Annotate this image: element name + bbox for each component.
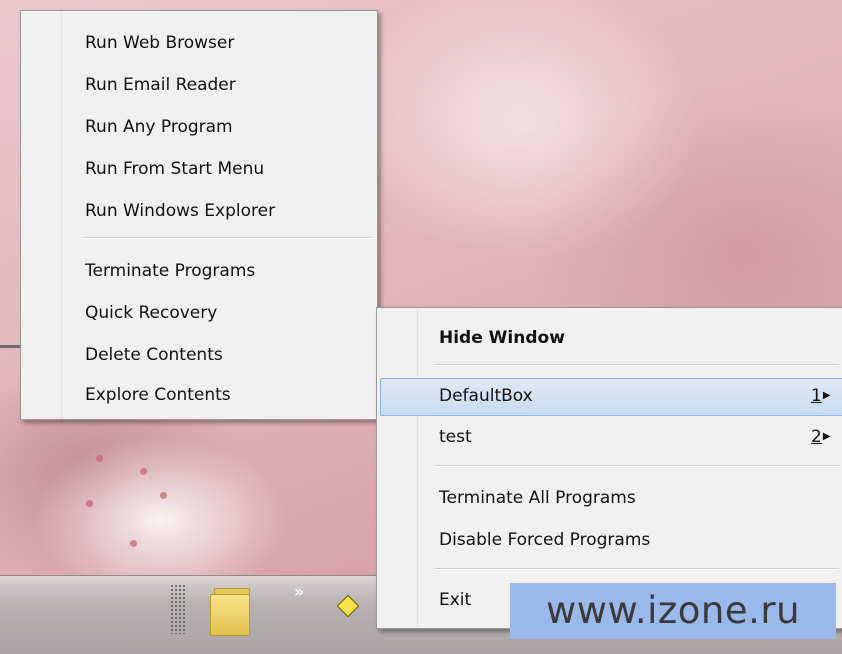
menu-gutter <box>21 11 62 419</box>
submenu-arrow-icon: ▶ <box>822 390 831 401</box>
menu-item-terminate-all-programs[interactable]: Terminate All Programs <box>439 481 636 515</box>
menu-item-run-windows-explorer[interactable]: Run Windows Explorer <box>85 196 275 226</box>
sandboxie-tray-icon[interactable] <box>336 594 360 618</box>
menu-item-run-any-program[interactable]: Run Any Program <box>85 112 233 142</box>
menu-item-disable-forced-programs[interactable]: Disable Forced Programs <box>439 523 650 557</box>
window-edge <box>0 345 22 348</box>
folder-icon[interactable] <box>210 586 258 636</box>
petal-dot <box>130 540 137 547</box>
petal-dot <box>96 455 103 462</box>
watermark: www.izone.ru <box>510 583 836 639</box>
petal-dot <box>140 468 147 475</box>
menu-item-run-from-start-menu[interactable]: Run From Start Menu <box>85 154 264 184</box>
menu-item-defaultbox[interactable]: DefaultBox <box>439 379 533 413</box>
menu-item-run-web-browser[interactable]: Run Web Browser <box>85 28 234 58</box>
taskbar-grip[interactable] <box>170 584 186 634</box>
menu-item-hide-window[interactable]: Hide Window <box>439 321 565 355</box>
menu-shortcut-defaultbox: 1▶ <box>811 386 831 406</box>
menu-separator <box>435 568 839 570</box>
petal-dot <box>160 492 167 499</box>
menu-shortcut-test: 2▶ <box>811 427 831 447</box>
menu-separator <box>435 465 839 467</box>
submenu-arrow-icon: ▶ <box>822 431 831 442</box>
menu-gutter <box>377 308 418 628</box>
tray-menu: Hide Window DefaultBox 1▶ test 2▶ Termin… <box>376 307 842 629</box>
menu-item-run-email-reader[interactable]: Run Email Reader <box>85 70 236 100</box>
petal-dot <box>86 500 93 507</box>
menu-separator <box>435 364 839 366</box>
menu-item-quick-recovery[interactable]: Quick Recovery <box>85 298 217 328</box>
overflow-chevron-icon[interactable]: » <box>294 582 304 601</box>
menu-item-delete-contents[interactable]: Delete Contents <box>85 340 223 370</box>
sandbox-context-menu: Run Web Browser Run Email Reader Run Any… <box>20 10 378 420</box>
menu-separator <box>83 237 371 239</box>
menu-item-explore-contents[interactable]: Explore Contents <box>85 380 231 410</box>
menu-item-test[interactable]: test <box>439 420 472 454</box>
menu-item-exit[interactable]: Exit <box>439 583 471 617</box>
menu-item-terminate-programs[interactable]: Terminate Programs <box>85 256 255 286</box>
